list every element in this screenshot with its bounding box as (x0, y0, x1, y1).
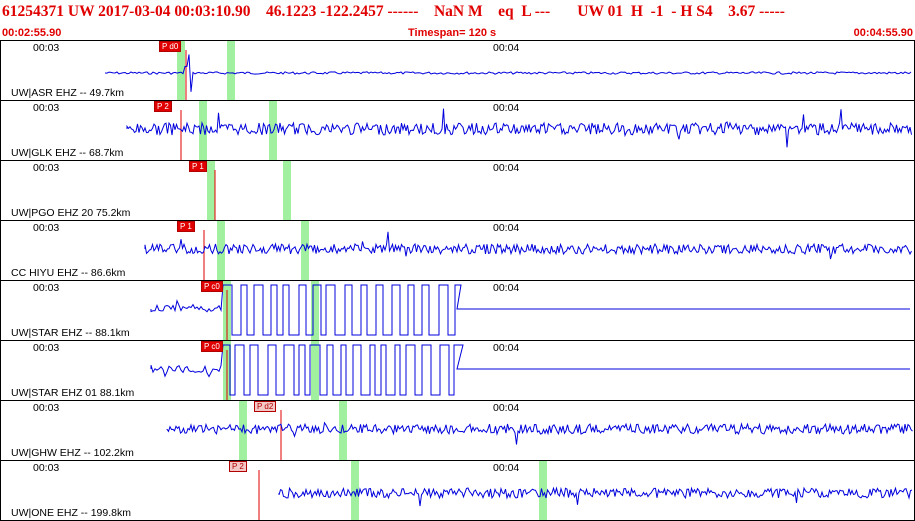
waveform-trace (144, 221, 912, 280)
channel-label: CC HIYU EHZ -- 86.6km (11, 267, 126, 279)
arrival-marker (283, 161, 291, 220)
arrival-marker (207, 161, 215, 220)
phase-pick-label[interactable]: P 1 (189, 161, 207, 172)
start-time: 00:02:55.90 (2, 27, 62, 39)
phase-pick-label[interactable]: P d0 (159, 41, 182, 52)
phase-pick-label[interactable]: P c0 (201, 281, 223, 292)
phase-pick-label[interactable]: P 2 (229, 461, 247, 472)
waveform-panels[interactable]: 00:03 00:04 P d0 UW|ASR EHZ -- 49.7km 00… (0, 40, 915, 521)
waveform-trace (150, 281, 910, 340)
channel-label: UW|STAR EHZ 01 88.1km (11, 387, 135, 399)
time-tick: 00:04 (493, 162, 520, 174)
seismic-trace-path (166, 421, 913, 445)
waveform-trace (258, 461, 913, 520)
arrival-marker (539, 461, 547, 520)
seismic-trace-path (126, 108, 912, 148)
arrival-marker (227, 41, 235, 100)
waveform-trace (126, 101, 912, 160)
channel-label: UW|GLK EHZ -- 68.7km (11, 147, 124, 159)
waveform-trace (104, 41, 912, 100)
waveform-trace (150, 341, 910, 400)
phase-pick-label[interactable]: P 2 (154, 101, 172, 112)
time-tick: 00:04 (493, 222, 520, 234)
time-tick: 00:04 (493, 102, 520, 114)
seismic-trace-path (150, 284, 910, 336)
waveform-panel[interactable]: 00:03 00:04 P 2 UW|ONE EHZ -- 199.8km (0, 460, 915, 521)
waveform-panel[interactable]: 00:03 00:04 P 2 UW|GLK EHZ -- 68.7km (0, 100, 915, 161)
end-time: 00:04:55.90 (853, 27, 913, 39)
waveform-panel[interactable]: 00:03 00:04 P c0 UW|STAR EHZ 01 88.1km (0, 340, 915, 401)
channel-label: UW|PGO EHZ 20 75.2km (11, 207, 131, 219)
time-tick: 00:04 (493, 402, 520, 414)
time-tick: 00:04 (493, 462, 520, 474)
event-header: 61254371 UW 2017-03-04 00:03:10.90 46.12… (0, 0, 915, 40)
waveform-trace (207, 161, 291, 220)
arrival-marker (311, 341, 319, 400)
time-tick: 00:04 (493, 42, 520, 54)
phase-pick-label[interactable]: P c0 (201, 341, 223, 352)
waveform-panel[interactable]: 00:03 00:04 P d2 UW|GHW EHZ -- 102.2km (0, 400, 915, 461)
arrival-marker (339, 401, 347, 460)
channel-label: UW|ONE EHZ -- 199.8km (11, 507, 131, 519)
waveform-panel[interactable]: 00:03 00:04 P 1 CC HIYU EHZ -- 86.6km (0, 220, 915, 281)
waveform-trace (166, 401, 913, 460)
time-tick: 00:03 (33, 402, 60, 414)
waveform-panel[interactable]: 00:03 00:04 P 1 UW|PGO EHZ 20 75.2km (0, 160, 915, 221)
phase-pick-label[interactable]: P 1 (177, 221, 195, 232)
seismic-trace-path (150, 344, 910, 396)
seismic-trace-path (104, 54, 912, 92)
channel-label: UW|ASR EHZ -- 49.7km (11, 87, 124, 99)
channel-label: UW|GHW EHZ -- 102.2km (11, 447, 134, 459)
time-tick: 00:04 (493, 282, 520, 294)
waveform-panel[interactable]: 00:03 00:04 P d0 UW|ASR EHZ -- 49.7km (0, 40, 915, 101)
timespan: Timespan= 120 s (408, 27, 497, 39)
time-tick: 00:03 (33, 342, 60, 354)
waveform-panel[interactable]: 00:03 00:04 P c0 UW|STAR EHZ -- 88.1km (0, 280, 915, 341)
seismic-trace-path (278, 486, 913, 507)
event-summary-line: 61254371 UW 2017-03-04 00:03:10.90 46.12… (2, 3, 785, 20)
time-tick: 00:03 (33, 282, 60, 294)
time-tick: 00:03 (33, 222, 60, 234)
time-tick: 00:03 (33, 462, 60, 474)
time-tick: 00:04 (493, 342, 520, 354)
time-tick: 00:03 (33, 162, 60, 174)
seismic-trace-path (144, 231, 912, 260)
time-tick: 00:03 (33, 42, 60, 54)
time-tick: 00:03 (33, 102, 60, 114)
channel-label: UW|STAR EHZ -- 88.1km (11, 327, 130, 339)
phase-pick-label[interactable]: P d2 (254, 401, 277, 412)
arrival-marker (311, 281, 319, 340)
